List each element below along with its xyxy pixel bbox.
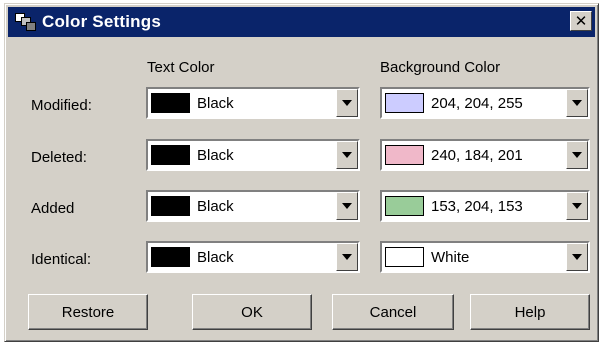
selected-value: Black — [197, 248, 234, 266]
identical-background-color-select[interactable]: White — [380, 241, 590, 273]
dropdown-button[interactable] — [566, 89, 588, 117]
cancel-button[interactable]: Cancel — [332, 294, 454, 330]
color-swatch — [385, 247, 424, 267]
selected-value: Black — [197, 94, 234, 112]
chevron-down-icon — [342, 203, 352, 209]
added-background-color-select[interactable]: 153, 204, 153 — [380, 190, 590, 222]
color-swatch — [151, 247, 190, 267]
selected-value: 240, 184, 201 — [431, 146, 523, 164]
deleted-text-color-select[interactable]: Black — [146, 139, 360, 171]
added-text-color-select[interactable]: Black — [146, 190, 360, 222]
chevron-down-icon — [572, 100, 582, 106]
chevron-down-icon — [572, 203, 582, 209]
title-bar[interactable]: Color Settings ✕ — [8, 7, 595, 37]
selected-value: Black — [197, 197, 234, 215]
ok-button[interactable]: OK — [192, 294, 312, 330]
text-color-header: Text Color — [147, 59, 215, 76]
dropdown-button[interactable] — [336, 192, 358, 220]
chevron-down-icon — [572, 152, 582, 158]
close-icon: ✕ — [574, 12, 588, 30]
dropdown-button[interactable] — [336, 89, 358, 117]
color-swatch — [385, 93, 424, 113]
color-settings-dialog: Color Settings ✕ Text Color Background C… — [4, 3, 599, 342]
selected-value: White — [431, 248, 470, 266]
color-swatch — [385, 196, 424, 216]
modified-text-color-select[interactable]: Black — [146, 87, 360, 119]
color-swatch — [385, 145, 424, 165]
chevron-down-icon — [572, 254, 582, 260]
chevron-down-icon — [342, 254, 352, 260]
row-label-identical: Identical: — [31, 251, 92, 268]
dropdown-button[interactable] — [336, 141, 358, 169]
color-swatch — [151, 145, 190, 165]
identical-text-color-select[interactable]: Black — [146, 241, 360, 273]
dropdown-button[interactable] — [566, 192, 588, 220]
app-icon — [14, 12, 36, 32]
close-button[interactable]: ✕ — [570, 11, 592, 31]
row-label-modified: Modified: — [31, 97, 92, 114]
restore-button[interactable]: Restore — [28, 294, 148, 330]
dropdown-button[interactable] — [566, 141, 588, 169]
color-swatch — [151, 196, 190, 216]
row-label-deleted: Deleted: — [31, 149, 87, 166]
modified-background-color-select[interactable]: 204, 204, 255 — [380, 87, 590, 119]
chevron-down-icon — [342, 100, 352, 106]
help-button[interactable]: Help — [470, 294, 590, 330]
deleted-background-color-select[interactable]: 240, 184, 201 — [380, 139, 590, 171]
background-color-header: Background Color — [380, 59, 501, 76]
row-label-added: Added — [31, 200, 75, 217]
chevron-down-icon — [342, 152, 352, 158]
dropdown-button[interactable] — [566, 243, 588, 271]
color-swatch — [151, 93, 190, 113]
selected-value: Black — [197, 146, 234, 164]
selected-value: 153, 204, 153 — [431, 197, 523, 215]
dropdown-button[interactable] — [336, 243, 358, 271]
selected-value: 204, 204, 255 — [431, 94, 523, 112]
window-title: Color Settings — [42, 12, 161, 31]
